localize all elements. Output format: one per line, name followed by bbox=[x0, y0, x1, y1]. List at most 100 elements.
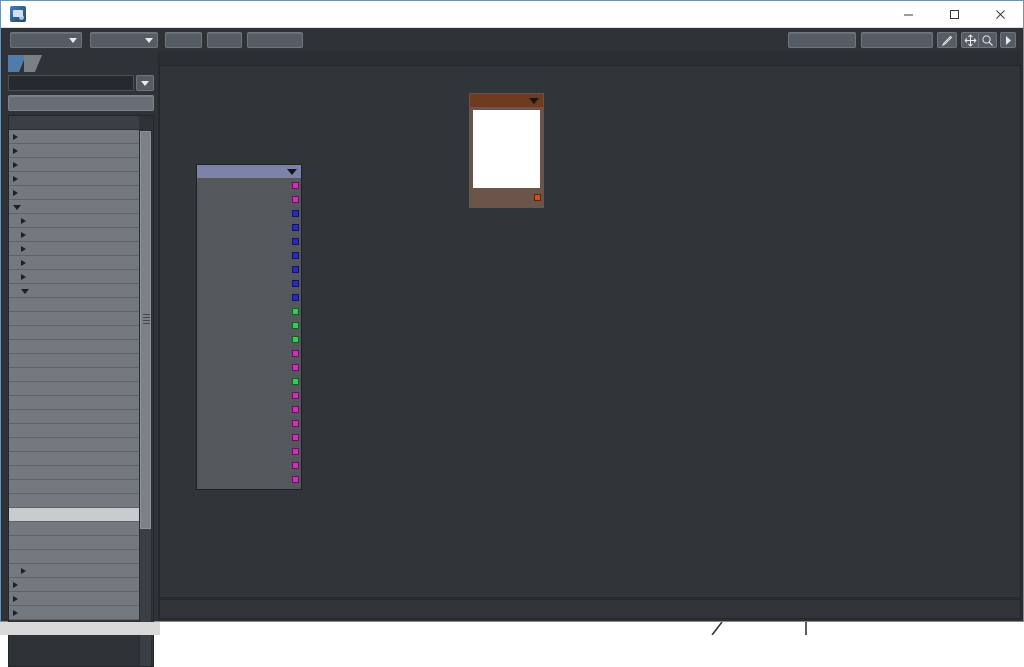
tree-item-item-info[interactable] bbox=[9, 242, 139, 256]
tree-item-color-bleed[interactable] bbox=[9, 340, 139, 354]
undo-button[interactable] bbox=[165, 32, 202, 48]
output-port-dot[interactable] bbox=[292, 350, 299, 357]
output-port-dot[interactable] bbox=[292, 420, 299, 427]
output-port-dot[interactable] bbox=[292, 462, 299, 469]
output-port-dot[interactable] bbox=[534, 194, 541, 201]
search-input[interactable] bbox=[8, 75, 134, 91]
tree-item-3d-textures[interactable] bbox=[9, 144, 139, 158]
tree-item-velvet[interactable] bbox=[9, 550, 139, 564]
pen-icon[interactable] bbox=[937, 32, 957, 48]
tree-item-light-group[interactable] bbox=[9, 452, 139, 466]
chevron-down-icon[interactable] bbox=[529, 98, 539, 104]
magnifier-icon[interactable] bbox=[978, 32, 997, 48]
tree-item-layers-plus[interactable] bbox=[9, 256, 139, 270]
search-dropdown-button[interactable] bbox=[136, 75, 154, 91]
add-node-menu-button[interactable] bbox=[10, 32, 82, 48]
tree-item-boolean[interactable] bbox=[9, 312, 139, 326]
chevron-down-icon[interactable] bbox=[287, 169, 297, 175]
chevron-right-icon[interactable] bbox=[21, 246, 26, 252]
output-port-dot[interactable] bbox=[292, 196, 299, 203]
tree-item-fiberfx[interactable] bbox=[9, 606, 139, 620]
tree-item-additional[interactable] bbox=[9, 158, 139, 172]
chevron-right-icon[interactable] bbox=[21, 260, 26, 266]
tree-item-bssrdf[interactable] bbox=[9, 326, 139, 340]
update-button[interactable] bbox=[788, 32, 856, 48]
tree-item-amb-occlusion[interactable] bbox=[9, 298, 139, 312]
output-port-dot[interactable] bbox=[292, 406, 299, 413]
tree-item-shadows[interactable] bbox=[9, 522, 139, 536]
tree-item-curvatures[interactable] bbox=[9, 354, 139, 368]
chevron-down-icon[interactable] bbox=[13, 205, 21, 213]
redo-button[interactable] bbox=[207, 32, 242, 48]
tree-item-fast-skin[interactable] bbox=[9, 396, 139, 410]
tab-nodeflow[interactable] bbox=[24, 55, 42, 72]
tree-item-tools[interactable] bbox=[9, 564, 139, 578]
tree-item-metallic[interactable] bbox=[9, 466, 139, 480]
tree-item-image-map[interactable] bbox=[9, 438, 139, 452]
tree-item-ies-map[interactable] bbox=[9, 424, 139, 438]
chevron-right-icon[interactable] bbox=[21, 274, 26, 280]
clear-history-button[interactable] bbox=[247, 32, 303, 48]
chevron-right-icon[interactable] bbox=[13, 610, 18, 616]
output-port-dot[interactable] bbox=[292, 378, 299, 385]
minimize-button[interactable] bbox=[885, 1, 931, 27]
add-selected-node-button[interactable] bbox=[8, 95, 154, 111]
node-tree-scroll-thumb[interactable] bbox=[140, 131, 151, 529]
output-port-dot[interactable] bbox=[292, 210, 299, 217]
chevron-right-icon[interactable] bbox=[13, 148, 18, 154]
tree-item-tension[interactable] bbox=[9, 536, 139, 550]
tree-item-2d-textures[interactable] bbox=[9, 130, 139, 144]
node-titlebar[interactable] bbox=[197, 165, 301, 178]
chevron-right-icon[interactable] bbox=[13, 134, 18, 140]
chevron-right-icon[interactable] bbox=[21, 568, 26, 574]
output-port-dot[interactable] bbox=[292, 224, 299, 231]
chevron-right-icon[interactable] bbox=[13, 596, 18, 602]
output-port-dot[interactable] bbox=[292, 252, 299, 259]
tree-item-functions[interactable] bbox=[9, 228, 139, 242]
chevron-right-icon[interactable] bbox=[13, 582, 18, 588]
tree-item-mapping[interactable] bbox=[9, 270, 139, 284]
node-graph-canvas-footer[interactable] bbox=[159, 599, 1021, 619]
chevron-right-icon[interactable] bbox=[13, 176, 18, 182]
chevron-right-icon[interactable] bbox=[13, 162, 18, 168]
tree-item-reflection[interactable] bbox=[9, 480, 139, 494]
tree-item-fresnel[interactable] bbox=[9, 410, 139, 424]
output-port-dot[interactable] bbox=[292, 434, 299, 441]
output-port-dot[interactable] bbox=[292, 280, 299, 287]
node-input-node[interactable] bbox=[196, 164, 302, 490]
chevron-right-icon[interactable] bbox=[13, 190, 18, 196]
output-port-dot[interactable] bbox=[292, 182, 299, 189]
play-arrow-icon[interactable] bbox=[1000, 32, 1016, 48]
node-preview-thumbnail[interactable] bbox=[473, 110, 540, 188]
output-port-dot[interactable] bbox=[292, 448, 299, 455]
output-port-dot[interactable] bbox=[292, 476, 299, 483]
output-port-dot[interactable] bbox=[292, 322, 299, 329]
maximize-button[interactable] bbox=[931, 1, 977, 27]
tree-item-refraction[interactable] bbox=[9, 494, 139, 508]
tree-item-astool[interactable] bbox=[9, 172, 139, 186]
chevron-right-icon[interactable] bbox=[21, 218, 26, 224]
tree-item-constant[interactable] bbox=[9, 186, 139, 200]
output-port-dot[interactable] bbox=[292, 266, 299, 273]
tree-item-displacement[interactable] bbox=[9, 592, 139, 606]
output-port-dot[interactable] bbox=[292, 392, 299, 399]
tree-item-digital-carvers-guild[interactable] bbox=[9, 578, 139, 592]
chevron-right-icon[interactable] bbox=[21, 232, 26, 238]
output-port-dot[interactable] bbox=[292, 308, 299, 315]
output-port-dot[interactable] bbox=[292, 294, 299, 301]
node-titlebar[interactable] bbox=[470, 94, 543, 107]
output-port-dot[interactable] bbox=[292, 238, 299, 245]
tree-item-shaders[interactable] bbox=[9, 284, 139, 298]
output-port-dot[interactable] bbox=[292, 364, 299, 371]
close-button[interactable] bbox=[977, 1, 1023, 27]
options-button[interactable] bbox=[861, 32, 933, 48]
output-port-dot[interactable] bbox=[292, 336, 299, 343]
tree-item-dynamic-ao[interactable] bbox=[9, 368, 139, 382]
tree-item-relief-map[interactable] bbox=[9, 508, 139, 522]
tree-item-displacement[interactable] bbox=[9, 214, 139, 228]
node-color-node[interactable] bbox=[469, 93, 544, 208]
tree-item-dp-kit[interactable] bbox=[9, 200, 139, 214]
node-tree-scrollbar[interactable] bbox=[139, 130, 152, 666]
node-graph-canvas[interactable] bbox=[159, 65, 1021, 598]
tab-node[interactable] bbox=[8, 55, 26, 72]
